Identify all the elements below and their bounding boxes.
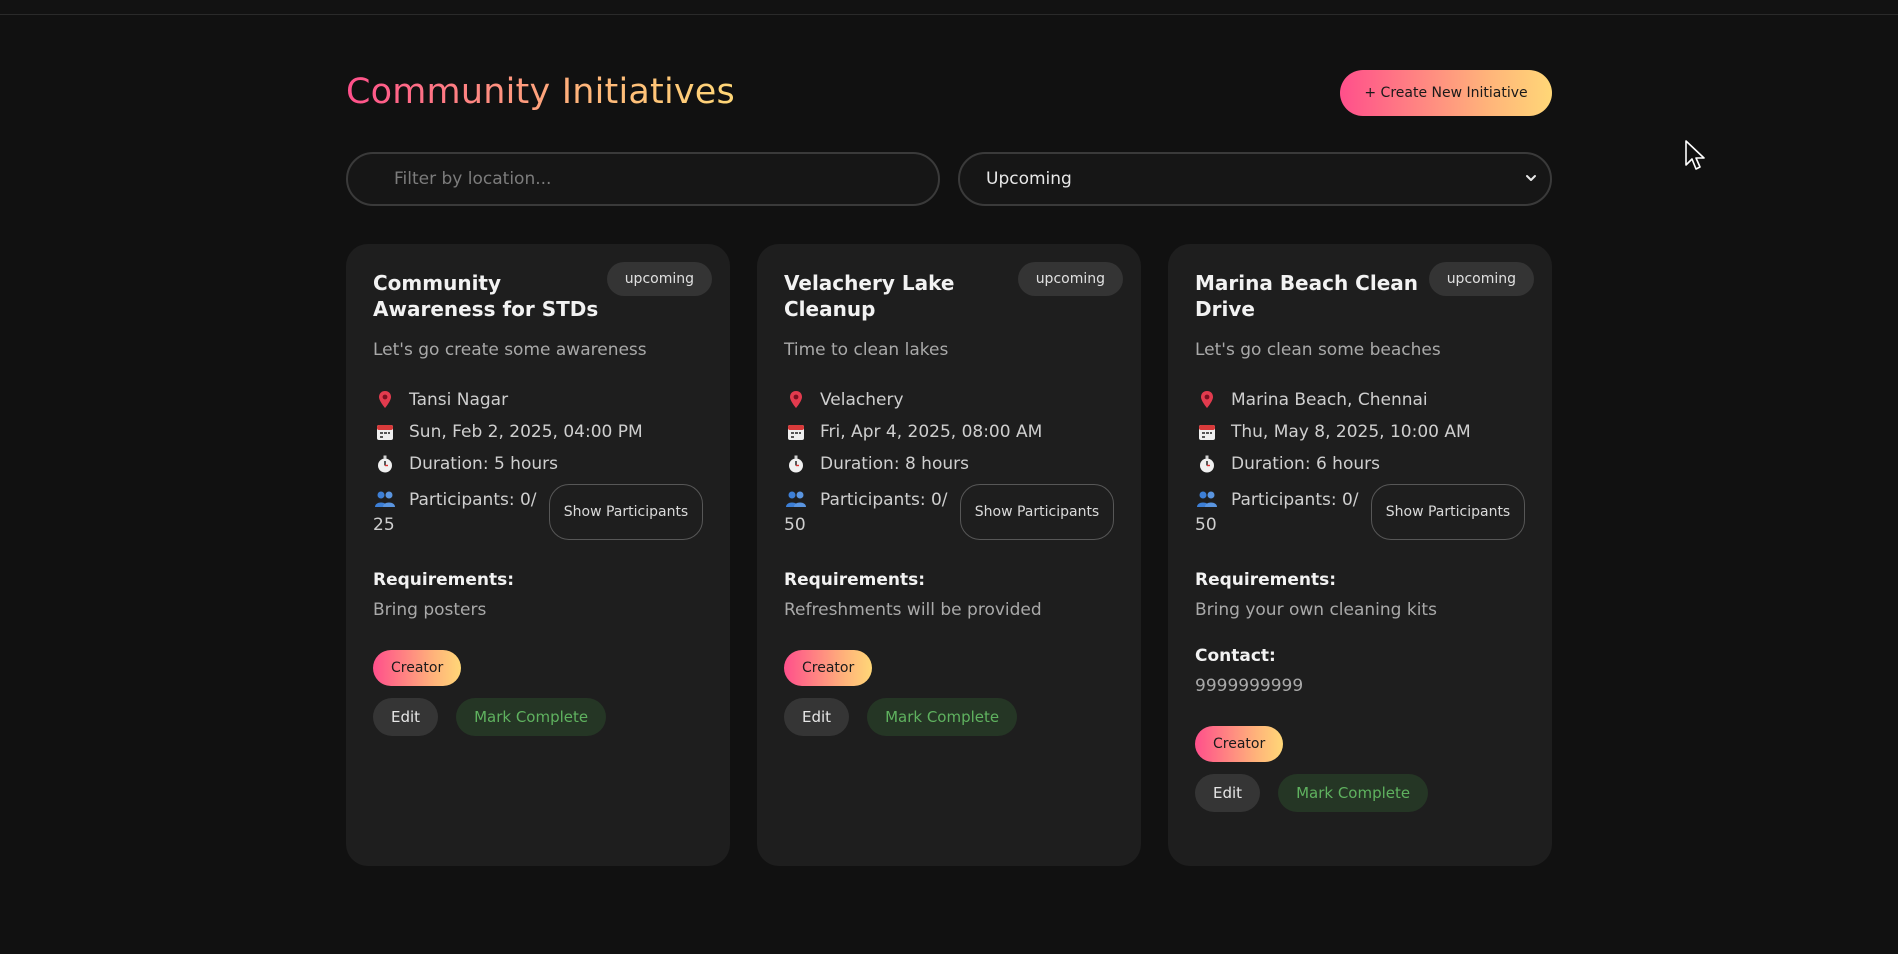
card-title: Marina Beach Clean Drive — [1195, 271, 1419, 321]
pin-icon — [784, 389, 808, 411]
requirements-heading: Requirements: — [1195, 570, 1337, 590]
card-actions: Edit Mark Complete — [1195, 774, 1525, 812]
participants-text: Participants: 0/ 50 — [784, 490, 948, 535]
card-info: Velachery Fri, Apr 4, 2025, 08:00 AM Dur… — [784, 384, 1114, 542]
card-description: Let's go create some awareness — [373, 340, 647, 360]
card-title: Community Awareness for STDs — [373, 271, 599, 321]
contact-text: 9999999999 — [1195, 676, 1304, 696]
requirements-heading: Requirements: — [373, 570, 515, 590]
calendar-icon — [1195, 421, 1219, 443]
contact-heading: Contact: — [1195, 646, 1276, 666]
show-participants-button[interactable]: Show Participants — [1371, 484, 1525, 540]
creator-badge: Creator — [784, 650, 873, 686]
date-text: Thu, May 8, 2025, 10:00 AM — [1231, 422, 1471, 442]
show-participants-button[interactable]: Show Participants — [960, 484, 1114, 540]
people-icon — [1195, 489, 1219, 509]
calendar-icon — [784, 421, 808, 443]
calendar-icon — [373, 421, 397, 443]
participants-text: Participants: 0/ 50 — [1195, 490, 1359, 535]
location-row: Marina Beach, Chennai — [1195, 384, 1525, 416]
card-description: Time to clean lakes — [784, 340, 949, 360]
duration-row: Duration: 6 hours — [1195, 448, 1525, 480]
mark-complete-button[interactable]: Mark Complete — [1278, 774, 1429, 812]
date-text: Fri, Apr 4, 2025, 08:00 AM — [820, 422, 1043, 442]
duration-text: Duration: 5 hours — [409, 454, 558, 474]
create-initiative-button[interactable]: + Create New Initiative — [1340, 70, 1552, 116]
mouse-cursor-icon — [1685, 140, 1705, 170]
date-row: Sun, Feb 2, 2025, 04:00 PM — [373, 416, 703, 448]
page-header: Community Initiatives + Create New Initi… — [346, 70, 1552, 120]
requirements-text: Refreshments will be provided — [784, 600, 1042, 620]
filter-bar: Upcoming — [346, 152, 1552, 206]
stopwatch-icon — [1195, 453, 1219, 475]
status-select-value: Upcoming — [986, 169, 1072, 189]
location-row: Tansi Nagar — [373, 384, 703, 416]
card-title: Velachery Lake Cleanup — [784, 271, 955, 321]
location-text: Velachery — [820, 390, 904, 410]
requirements-text: Bring your own cleaning kits — [1195, 600, 1437, 620]
creator-badge: Creator — [373, 650, 462, 686]
initiative-cards: Community Awareness for STDs upcoming Le… — [346, 244, 1552, 866]
edit-button[interactable]: Edit — [784, 698, 850, 736]
duration-text: Duration: 6 hours — [1231, 454, 1380, 474]
location-row: Velachery — [784, 384, 1114, 416]
stopwatch-icon — [784, 453, 808, 475]
participants-text: Participants: 0/ 25 — [373, 490, 537, 535]
top-bar — [0, 0, 1898, 15]
duration-row: Duration: 5 hours — [373, 448, 703, 480]
initiative-card: Velachery Lake Cleanup upcoming Time to … — [757, 244, 1141, 866]
location-text: Marina Beach, Chennai — [1231, 390, 1428, 410]
initiative-card: Community Awareness for STDs upcoming Le… — [346, 244, 730, 866]
card-info: Tansi Nagar Sun, Feb 2, 2025, 04:00 PM D… — [373, 384, 703, 542]
pin-icon — [373, 389, 397, 411]
participants-row: Participants: 0/ 50 Show Participants — [1195, 484, 1525, 542]
card-actions: Edit Mark Complete — [784, 698, 1114, 736]
chevron-down-icon — [1526, 175, 1536, 181]
status-badge: upcoming — [1017, 262, 1123, 296]
status-select[interactable]: Upcoming — [958, 152, 1552, 206]
stopwatch-icon — [373, 453, 397, 475]
date-row: Thu, May 8, 2025, 10:00 AM — [1195, 416, 1525, 448]
status-badge: upcoming — [606, 262, 712, 296]
creator-badge: Creator — [1195, 726, 1284, 762]
edit-button[interactable]: Edit — [1195, 774, 1261, 812]
card-description: Let's go clean some beaches — [1195, 340, 1441, 360]
requirements-text: Bring posters — [373, 600, 487, 620]
status-badge: upcoming — [1428, 262, 1534, 296]
initiative-card: Marina Beach Clean Drive upcoming Let's … — [1168, 244, 1552, 866]
card-actions: Edit Mark Complete — [373, 698, 703, 736]
page-title: Community Initiatives — [346, 72, 735, 112]
date-row: Fri, Apr 4, 2025, 08:00 AM — [784, 416, 1114, 448]
pin-icon — [1195, 389, 1219, 411]
requirements-heading: Requirements: — [784, 570, 926, 590]
duration-row: Duration: 8 hours — [784, 448, 1114, 480]
card-info: Marina Beach, Chennai Thu, May 8, 2025, … — [1195, 384, 1525, 542]
people-icon — [373, 489, 397, 509]
participants-row: Participants: 0/ 50 Show Participants — [784, 484, 1114, 542]
participants-row: Participants: 0/ 25 Show Participants — [373, 484, 703, 542]
mark-complete-button[interactable]: Mark Complete — [867, 698, 1018, 736]
mark-complete-button[interactable]: Mark Complete — [456, 698, 607, 736]
duration-text: Duration: 8 hours — [820, 454, 969, 474]
show-participants-button[interactable]: Show Participants — [549, 484, 703, 540]
people-icon — [784, 489, 808, 509]
date-text: Sun, Feb 2, 2025, 04:00 PM — [409, 422, 643, 442]
location-text: Tansi Nagar — [409, 390, 509, 410]
location-filter-input[interactable] — [346, 152, 940, 206]
edit-button[interactable]: Edit — [373, 698, 439, 736]
